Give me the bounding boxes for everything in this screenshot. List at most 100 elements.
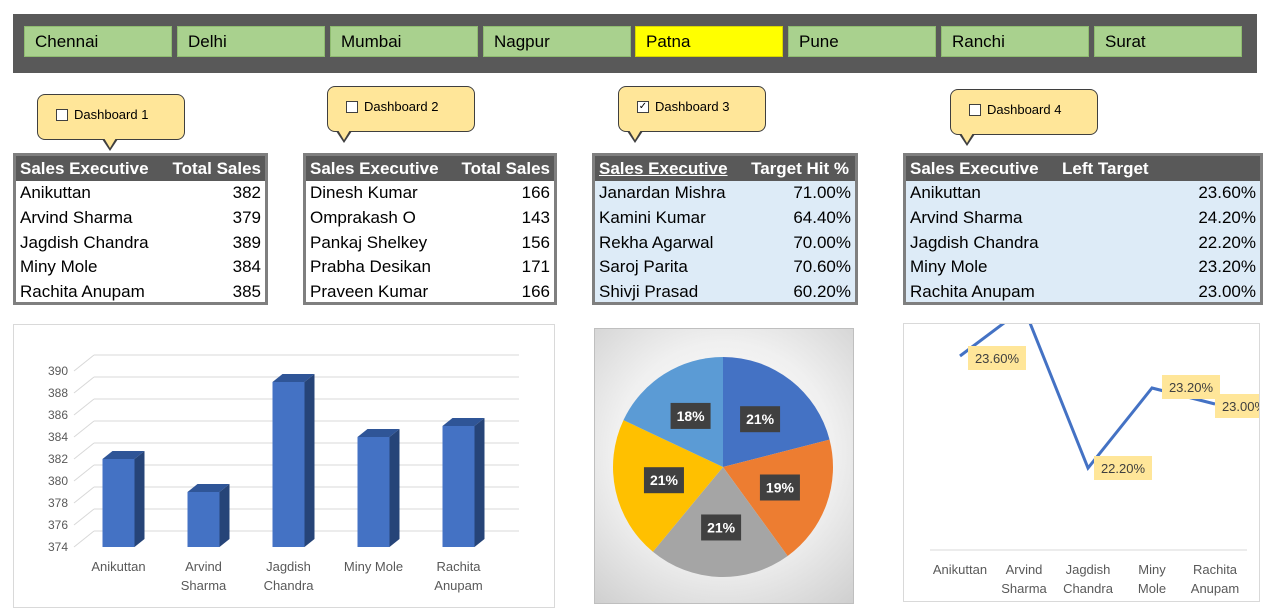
cell-name: Jagdish Chandra (20, 232, 149, 252)
cell-name: Janardan Mishra (599, 183, 726, 202)
header-value: Target Hit % (751, 159, 849, 178)
y-tick-label: 390 (48, 364, 68, 378)
table-row: Arvind Sharma 379 (16, 206, 265, 231)
table-row: Jagdish Chandra 389 (16, 231, 265, 256)
cell-name: Rekha Agarwal (599, 232, 714, 252)
city-button-delhi[interactable]: Delhi (177, 26, 325, 57)
bar-chart-panel[interactable]: 374 376 378 380 382 384 386 388 390 Anikuttan Arvi… (13, 324, 555, 608)
cell-value: 143 (521, 207, 550, 227)
dashboard-2-checkbox[interactable] (346, 101, 358, 113)
table-row: Praveen Kumar 166 (306, 280, 554, 305)
city-button-chennai[interactable]: Chennai (24, 26, 172, 57)
x-tick-label: Mole (1138, 581, 1166, 596)
data-label: 21% (650, 472, 679, 488)
city-button-surat[interactable]: Surat (1094, 26, 1242, 57)
y-tick-label: 378 (48, 496, 68, 510)
bar (442, 426, 475, 547)
city-button-patna[interactable]: Patna (635, 26, 783, 57)
city-button-pune[interactable]: Pune (788, 26, 936, 57)
cell-name: Pankaj Shelkey (310, 232, 428, 252)
cell-value: 166 (521, 282, 550, 302)
header-value: Total Sales (172, 159, 262, 178)
table-row: Miny Mole 384 (16, 255, 265, 280)
gridline (73, 530, 95, 548)
x-tick-label: Chandra (1063, 581, 1114, 596)
y-tick-label: 388 (48, 386, 68, 400)
gridline (73, 398, 95, 416)
city-button-mumbai[interactable]: Mumbai (330, 26, 478, 57)
cell-name: Omprakash O (310, 207, 416, 227)
cell-value: 171 (521, 257, 550, 277)
line-chart: 23.60%Anikuttan24.20%ArvindSharma22.20%J… (930, 292, 1272, 596)
dashboard-1-label: Dashboard 1 (74, 107, 149, 122)
bar-side (134, 451, 145, 547)
cell-name: Rachita Anupam (20, 282, 145, 302)
table-row: Omprakash O 143 (306, 206, 554, 231)
table-row: Janardan Mishra 71.00% (595, 181, 855, 206)
cell-value: 384 (232, 257, 261, 277)
cell-name: Praveen Kumar (310, 282, 429, 302)
callout-pointer (959, 133, 975, 146)
dashboard-4-callout[interactable]: Dashboard 4 (950, 89, 1098, 146)
x-tick-label: Arvind (1006, 562, 1043, 577)
table-row: Rachita Anupam 385 (16, 280, 265, 305)
cell-value: 379 (232, 207, 261, 227)
table-header: Sales Executive Total Sales (306, 156, 554, 181)
city-button-nagpur[interactable]: Nagpur (483, 26, 631, 57)
x-tick-label: Sharma (1001, 581, 1047, 596)
header-value: Left Target (1062, 159, 1149, 178)
y-tick-label: 374 (48, 540, 68, 554)
gridline (73, 486, 95, 504)
total-sales-table-2: Sales Executive Total Sales Dinesh Kumar… (303, 153, 557, 305)
y-tick-label: 380 (48, 474, 68, 488)
gridline (73, 354, 95, 372)
x-tick-label: Sharma (181, 578, 227, 593)
data-label: 22.20% (1101, 461, 1146, 476)
cell-name: Saroj Parita (599, 257, 688, 277)
x-tick-label: Rachita (1193, 562, 1238, 577)
cell-name: Prabha Desikan (310, 257, 431, 277)
dashboard-2-label: Dashboard 2 (364, 99, 439, 114)
data-label: 19% (766, 479, 795, 495)
x-tick-label: Jagdish (1066, 562, 1111, 577)
table-row: Rekha Agarwal 70.00% (595, 231, 855, 256)
cell-value: 23.20% (1198, 257, 1256, 277)
line-chart-panel[interactable]: 23.60%Anikuttan24.20%ArvindSharma22.20%J… (903, 292, 1272, 602)
x-tick-label: Miny Mole (344, 559, 403, 574)
cell-value: 385 (232, 282, 261, 302)
dashboard-4-checkbox[interactable] (969, 104, 981, 116)
header-sales-executive: Sales Executive (910, 159, 1039, 178)
table-row: Rachita Anupam 23.00% (906, 280, 1260, 305)
cell-name: Shivji Prasad (599, 282, 699, 302)
dashboard-1-checkbox[interactable] (56, 109, 68, 121)
table-row: Prabha Desikan 171 (306, 255, 554, 280)
dashboard-3-checkbox[interactable]: ✓ (637, 101, 649, 113)
x-tick-label: Anikuttan (91, 559, 145, 574)
bar (272, 382, 305, 547)
target-hit-table: Sales Executive Target Hit % Janardan Mi… (592, 153, 858, 305)
left-target-table: Sales Executive Left Target Anikuttan 23.… (903, 153, 1263, 305)
dashboard-3-callout[interactable]: ✓ Dashboard 3 (618, 86, 766, 143)
cell-name: Dinesh Kumar (310, 183, 418, 202)
table-row: Saroj Parita 70.60% (595, 255, 855, 280)
cell-value: 23.60% (1198, 183, 1256, 202)
x-tick-label: Rachita (436, 559, 481, 574)
cell-value: 166 (521, 183, 550, 202)
cell-name: Miny Mole (20, 257, 98, 277)
x-tick-label: Chandra (264, 578, 315, 593)
bar-side (474, 418, 485, 547)
table-header: Sales Executive Target Hit % (595, 156, 855, 181)
cell-name: Arvind Sharma (910, 207, 1023, 227)
callout-pointer (627, 130, 643, 143)
city-button-ranchi[interactable]: Ranchi (941, 26, 1089, 57)
dashboard-1-callout[interactable]: Dashboard 1 (37, 94, 185, 151)
x-tick-label: Anupam (1191, 581, 1239, 596)
x-tick-label: Arvind (185, 559, 222, 574)
pie-chart-panel[interactable]: 21% 19% 21% 21% 18% (594, 328, 854, 604)
table-row: Pankaj Shelkey 156 (306, 231, 554, 256)
y-tick-label: 376 (48, 518, 68, 532)
dashboard-2-callout[interactable]: Dashboard 2 (327, 86, 475, 143)
table-row: Anikuttan 382 (16, 181, 265, 206)
cell-name: Arvind Sharma (20, 207, 133, 227)
cell-value: 60.20% (793, 282, 851, 302)
